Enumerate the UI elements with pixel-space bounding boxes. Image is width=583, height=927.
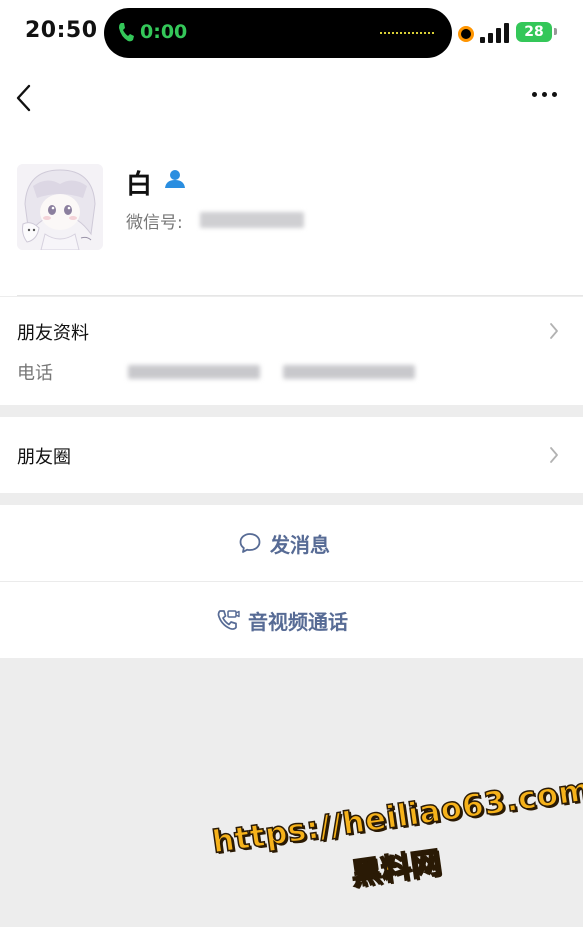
send-message-label: 发消息 [270,532,330,557]
signal-icon [480,21,510,43]
more-dots-icon[interactable] [532,92,562,102]
user-icon [165,170,185,188]
chat-bubble-icon [239,533,261,553]
watermark-name: 黑料网 [348,845,444,894]
contact-name: 白 [126,170,153,200]
chevron-right-icon [550,447,558,463]
phone-number-redacted[interactable] [283,365,415,379]
phone-number-redacted[interactable] [128,365,260,379]
avatar[interactable] [17,164,103,250]
phone-video-icon [217,610,240,630]
phone-label: 电话 [17,363,53,384]
moments-title: 朋友圈 [17,447,71,468]
audio-waveform-icon [380,32,436,34]
battery-icon: 28 [516,22,552,42]
profile-header: 白 微信号: [0,140,583,296]
call-timer: 0:00 [140,21,188,43]
wechat-id-label: 微信号: [126,213,183,233]
avatar-illustration [17,164,103,250]
send-message-button[interactable]: 发消息 [0,505,583,582]
av-call-button[interactable]: 音视频通话 [0,582,583,658]
av-call-label: 音视频通话 [248,609,348,634]
battery-cap [554,28,557,35]
friend-info-section[interactable]: 朋友资料 电话 [0,297,583,405]
friend-info-title: 朋友资料 [17,323,89,344]
moments-row[interactable]: 朋友圈 [0,417,583,493]
wechat-id-redacted [200,212,304,228]
status-bar: 20:50 0:00 28 [0,0,583,70]
chevron-right-icon [550,323,558,339]
nav-bar [0,70,583,140]
divider [17,295,583,296]
dynamic-island-call[interactable]: 0:00 [104,8,452,58]
phone-icon [119,23,134,42]
recording-dot-icon [458,26,474,42]
action-section: 发消息 音视频通话 [0,505,583,658]
status-time: 20:50 [25,18,98,43]
chevron-left-icon[interactable] [14,82,36,114]
